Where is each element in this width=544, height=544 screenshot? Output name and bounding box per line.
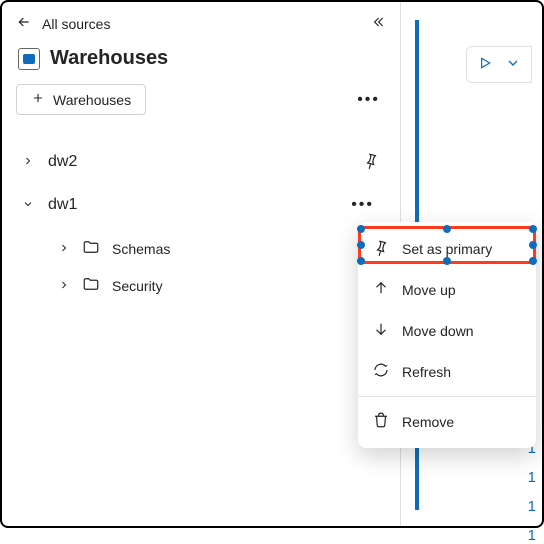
line-number: 1 (528, 469, 536, 486)
run-toolbar (466, 46, 532, 83)
context-menu: Set as primary Move up Move down Refresh (358, 222, 536, 448)
chevron-right-icon (58, 241, 70, 257)
trash-icon (372, 411, 390, 432)
run-dropdown-button[interactable] (505, 55, 521, 74)
plus-icon (31, 91, 45, 108)
chevron-down-icon (22, 197, 34, 213)
tree-item-dw1[interactable]: dw1 ••• (16, 184, 386, 226)
collapse-sidebar-button[interactable] (370, 14, 386, 33)
run-button[interactable] (477, 55, 493, 74)
chevron-right-icon (58, 278, 70, 294)
line-number: 1 (528, 498, 536, 515)
menu-item-label: Refresh (402, 364, 451, 380)
chevron-right-icon (22, 154, 34, 170)
tree-item-more-button[interactable]: ••• (345, 192, 380, 218)
menu-move-down[interactable]: Move down (358, 310, 536, 351)
tree-item-dw2[interactable]: dw2 (16, 143, 386, 180)
toolbar: Warehouses ••• (16, 84, 386, 115)
pin-button[interactable] (362, 151, 380, 172)
folder-icon (82, 275, 100, 296)
add-warehouse-button[interactable]: Warehouses (16, 84, 146, 115)
tree-item-security[interactable]: Security (52, 267, 386, 304)
tree-item-schemas[interactable]: Schemas (52, 230, 386, 267)
menu-item-label: Set as primary (402, 241, 492, 257)
line-number: 1 (528, 527, 536, 544)
folder-icon (82, 238, 100, 259)
tree-item-label: dw1 (48, 196, 77, 214)
menu-item-label: Move up (402, 282, 456, 298)
back-label: All sources (42, 16, 110, 32)
page-title-row: Warehouses (16, 43, 386, 74)
arrow-left-icon (16, 14, 32, 33)
arrow-down-icon (372, 320, 390, 341)
arrow-up-icon (372, 279, 390, 300)
toolbar-more-button[interactable]: ••• (351, 87, 386, 113)
sidebar: All sources Warehouses Warehouses ••• (2, 2, 400, 526)
tree: dw2 dw1 ••• (16, 143, 386, 304)
page-title: Warehouses (50, 47, 168, 70)
menu-item-label: Move down (402, 323, 474, 339)
warehouse-icon (18, 48, 40, 70)
topbar: All sources (16, 14, 386, 33)
menu-refresh[interactable]: Refresh (358, 351, 536, 392)
back-button[interactable]: All sources (16, 14, 110, 33)
menu-item-label: Remove (402, 414, 454, 430)
menu-remove[interactable]: Remove (358, 401, 536, 442)
pin-icon (372, 238, 390, 259)
menu-separator (358, 396, 536, 397)
subtree: Schemas Security (52, 230, 386, 304)
add-button-label: Warehouses (53, 92, 131, 108)
tree-item-label: Security (112, 278, 163, 294)
menu-move-up[interactable]: Move up (358, 269, 536, 310)
menu-set-primary[interactable]: Set as primary (358, 228, 536, 269)
refresh-icon (372, 361, 390, 382)
tree-item-label: Schemas (112, 241, 170, 257)
tree-item-label: dw2 (48, 153, 77, 171)
